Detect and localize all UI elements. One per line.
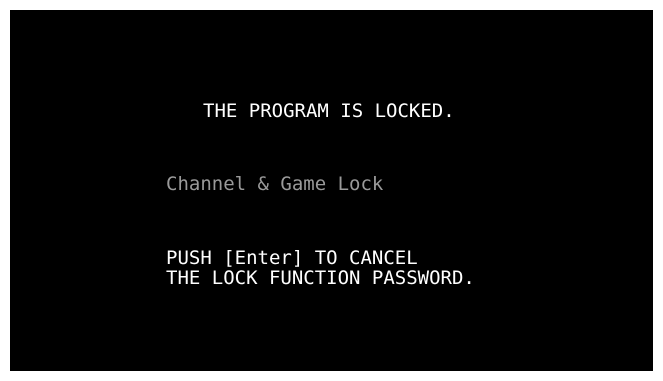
lock-screen: THE PROGRAM IS LOCKED. Channel & Game Lo… bbox=[10, 10, 653, 371]
cancel-instruction-line2: THE LOCK FUNCTION PASSWORD. bbox=[166, 267, 475, 289]
lock-category-label: Channel & Game Lock bbox=[166, 173, 384, 195]
cancel-instruction-line1: PUSH [Enter] TO CANCEL bbox=[166, 247, 418, 269]
lock-title: THE PROGRAM IS LOCKED. bbox=[203, 100, 455, 122]
